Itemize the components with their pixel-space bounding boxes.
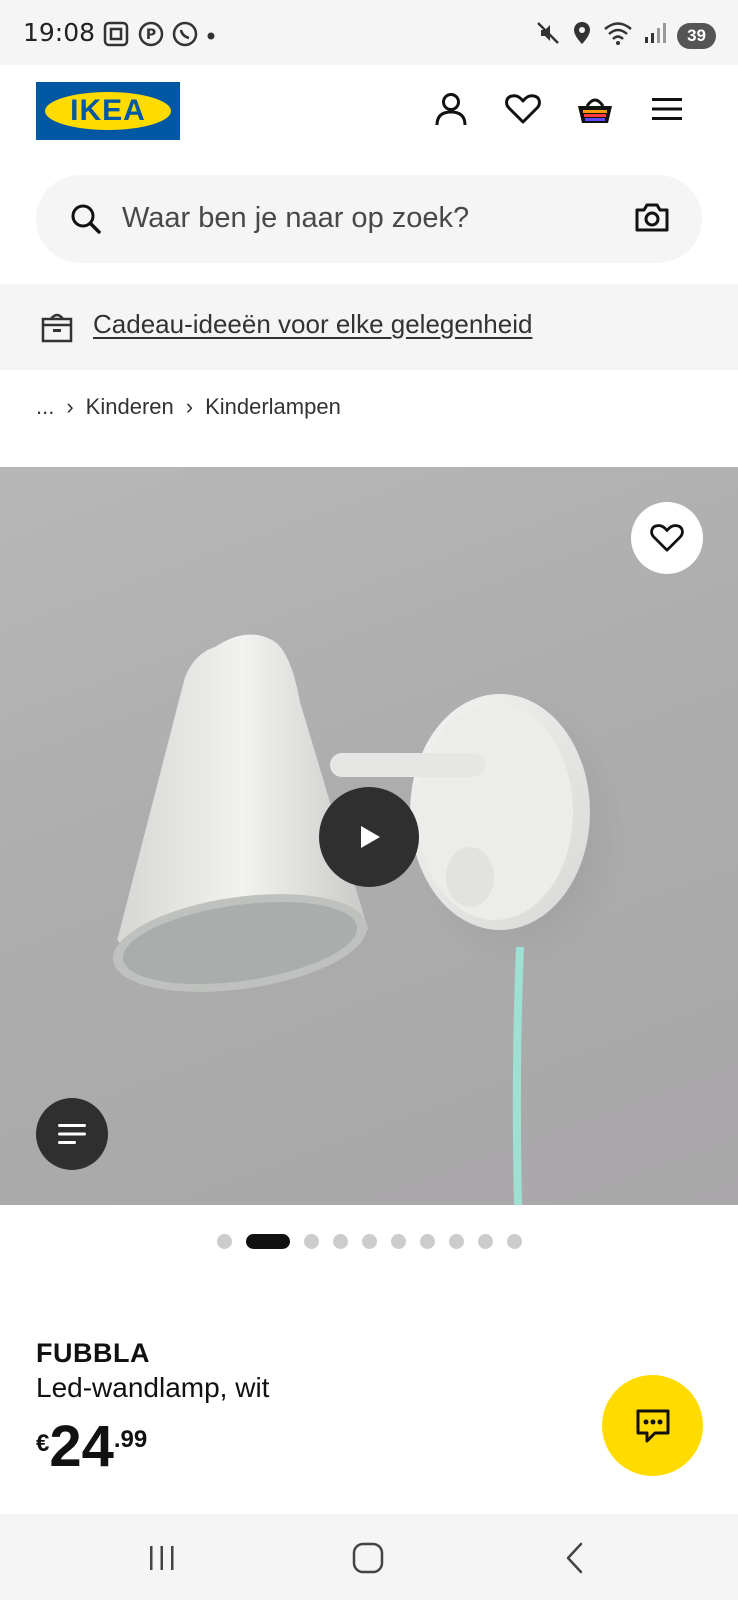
- wishlist-icon[interactable]: [501, 87, 545, 131]
- gift-ideas-link[interactable]: Cadeau-ideeën voor elke gelegenheid: [93, 309, 532, 340]
- back-button[interactable]: [553, 1536, 597, 1580]
- price-decimal: .99: [113, 1426, 148, 1453]
- product-description: Led-wandlamp, wit: [36, 1372, 270, 1403]
- pinterest-icon: P: [138, 21, 164, 52]
- gallery-dot[interactable]: [332, 1234, 348, 1249]
- product-image[interactable]: [0, 467, 738, 1205]
- system-nav-bar: [0, 1514, 738, 1600]
- chevron-right-icon: ›: [185, 394, 194, 419]
- screenshot-icon: [102, 20, 130, 53]
- home-icon: [352, 1542, 384, 1574]
- wifi-icon: [603, 20, 633, 51]
- breadcrumb: ... › Kinderen › Kinderlampen: [36, 394, 341, 420]
- dot-icon: [206, 28, 216, 46]
- add-to-wishlist-button[interactable]: [631, 502, 703, 574]
- menu-icon[interactable]: [645, 87, 689, 131]
- location-icon: [571, 20, 593, 51]
- recent-apps-icon: [150, 1546, 174, 1570]
- status-time: 19:08: [23, 18, 96, 47]
- price-integer: 24: [49, 1414, 114, 1479]
- svg-text:P: P: [146, 27, 156, 43]
- back-icon: [566, 1542, 583, 1574]
- breadcrumb-item-kinderen[interactable]: Kinderen: [86, 394, 174, 420]
- gallery-dot[interactable]: [477, 1234, 493, 1249]
- gallery-dot[interactable]: [245, 1234, 290, 1249]
- whatsapp-icon: [172, 21, 198, 52]
- account-icon[interactable]: [429, 87, 473, 131]
- home-button[interactable]: [346, 1536, 390, 1580]
- gallery-pager: [0, 1234, 738, 1249]
- search-input[interactable]: Waar ben je naar op zoek?: [122, 202, 469, 235]
- signal-icon: [643, 21, 667, 50]
- chevron-right-icon: ›: [66, 394, 74, 419]
- site-header: IKEA: [0, 65, 738, 175]
- product-price: € 24 .99: [36, 1418, 147, 1476]
- gallery-dot[interactable]: [419, 1234, 435, 1249]
- gift-icon: [40, 310, 74, 349]
- battery-icon: 39: [677, 22, 716, 49]
- recent-apps-button[interactable]: [140, 1536, 184, 1580]
- gallery-dot[interactable]: [361, 1234, 377, 1249]
- list-icon: [58, 1124, 86, 1144]
- search-icon[interactable]: [70, 203, 102, 240]
- camera-icon[interactable]: [634, 200, 670, 239]
- play-video-button[interactable]: [319, 787, 419, 887]
- gallery-dot[interactable]: [216, 1234, 232, 1249]
- product-name: FUBBLA: [36, 1338, 150, 1368]
- search-bar[interactable]: Waar ben je naar op zoek?: [36, 175, 702, 263]
- chat-icon: [636, 1409, 669, 1442]
- gallery-dot[interactable]: [390, 1234, 406, 1249]
- mute-icon: [535, 20, 561, 51]
- gallery-dot[interactable]: [448, 1234, 464, 1249]
- status-bar: 19:08 P 39: [0, 0, 738, 65]
- ikea-logo[interactable]: IKEA: [36, 82, 180, 140]
- play-icon: [361, 826, 380, 848]
- breadcrumb-item-kinderlampen[interactable]: Kinderlampen: [205, 394, 341, 420]
- gallery-dot[interactable]: [506, 1234, 522, 1249]
- product-details-button[interactable]: [36, 1098, 108, 1170]
- heart-icon: [650, 524, 684, 552]
- chat-button[interactable]: [602, 1375, 703, 1476]
- price-currency: €: [36, 1430, 50, 1457]
- cart-icon[interactable]: [573, 87, 617, 131]
- gallery-dot[interactable]: [303, 1234, 319, 1249]
- breadcrumb-ellipsis[interactable]: ...: [36, 394, 54, 420]
- logo-text: IKEA: [70, 94, 146, 127]
- promo-banner: Cadeau-ideeën voor elke gelegenheid: [0, 284, 738, 370]
